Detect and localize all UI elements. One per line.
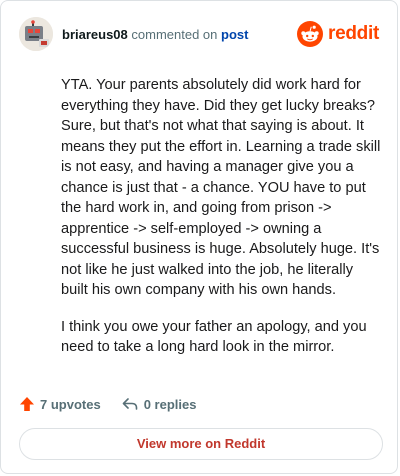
- reddit-brand[interactable]: reddit: [297, 21, 379, 47]
- reddit-logo-icon: [297, 21, 324, 47]
- post-link[interactable]: post: [221, 27, 248, 42]
- robot-avatar-icon: [19, 17, 53, 51]
- avatar[interactable]: [19, 17, 53, 51]
- upvote-button[interactable]: 7 upvotes: [19, 396, 101, 412]
- comment-paragraph-1: YTA. Your parents absolutely did work ha…: [61, 77, 381, 298]
- comment-header: briareus08 commented on post reddit: [19, 17, 379, 51]
- action-text: commented on: [131, 27, 218, 42]
- reply-button[interactable]: 0 replies: [121, 396, 197, 412]
- reply-count: 0 replies: [143, 396, 197, 412]
- upvote-count: 7 upvotes: [40, 396, 101, 412]
- comment-paragraph-2: I think you owe your father an apology, …: [61, 318, 367, 356]
- upvote-arrow-icon: [20, 397, 34, 411]
- comment-actions: 7 upvotes 0 replies: [19, 393, 216, 415]
- view-more-button[interactable]: View more on Reddit: [19, 428, 383, 460]
- comment-body: YTA. Your parents absolutely did work ha…: [61, 75, 383, 374]
- username-link[interactable]: briareus08: [62, 27, 128, 42]
- reply-arrow-icon: [122, 398, 137, 410]
- reddit-wordmark: reddit: [328, 23, 379, 44]
- comment-card: briareus08 commented on post reddit YTA.…: [0, 0, 398, 474]
- comment-meta: briareus08 commented on post: [62, 27, 248, 42]
